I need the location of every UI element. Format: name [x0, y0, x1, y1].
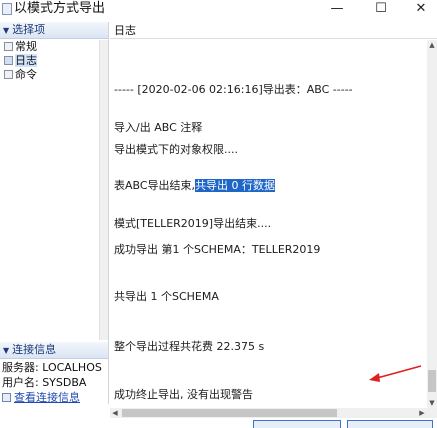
collapse-arrow-icon: ▼: [3, 346, 10, 355]
vertical-scrollbar[interactable]: ▲ ▼: [427, 40, 437, 408]
view-connection-link[interactable]: 查看连接信息: [2, 391, 80, 404]
collapse-arrow-icon: ▼: [3, 26, 10, 35]
close-button[interactable]: ✕: [401, 0, 437, 18]
maximize-button[interactable]: ☐: [361, 0, 401, 18]
tree-item-general[interactable]: 常规: [0, 40, 100, 54]
log-line: 整个导出过程共花费 22.375 s: [114, 340, 265, 353]
window-title: 以模式方式导出: [14, 1, 106, 16]
scroll-down-icon[interactable]: ▼: [427, 398, 437, 408]
log-line: 共导出 1 个SCHEMA: [114, 290, 219, 303]
scroll-left-icon[interactable]: ◀: [110, 408, 120, 418]
dialog-button[interactable]: [347, 420, 433, 428]
scroll-right-icon[interactable]: ▶: [417, 408, 427, 418]
log-line: 成功终止导出, 没有出现警告: [114, 388, 253, 401]
connection-section-header[interactable]: ▼ 连接信息: [0, 342, 108, 359]
annotation-arrow-icon: [369, 365, 422, 382]
page-icon: [4, 56, 13, 65]
scroll-corner: [427, 408, 437, 418]
server-label: 服务器: LOCALHOS: [2, 361, 102, 374]
app-icon: [2, 3, 12, 15]
log-text-area[interactable]: ----- [2020-02-06 02:16:16]导出表：ABC -----…: [110, 40, 427, 408]
horizontal-scrollbar[interactable]: ◀ ▶: [110, 408, 427, 418]
page-icon: [4, 42, 13, 51]
tree-item-command[interactable]: 命令: [0, 68, 100, 82]
dialog-button[interactable]: [253, 420, 341, 428]
page-icon: [4, 70, 13, 79]
options-tree: 常规 日志 命令: [0, 40, 100, 82]
log-line: 成功导出 第1 个SCHEMA：TELLER2019: [114, 243, 321, 256]
tree-item-label: 日志: [15, 54, 37, 67]
scroll-up-icon[interactable]: ▲: [427, 40, 437, 50]
left-panel: ▼ 选择项 常规 日志 命令 ▼ 连接信息 服务器: LOCALHOS 用户名: S…: [0, 22, 109, 404]
tree-item-label: 命令: [15, 68, 37, 81]
tree-item-label: 常规: [15, 40, 37, 53]
view-connection-label: 查看连接信息: [14, 391, 80, 404]
connection-section-title: 连接信息: [12, 343, 57, 356]
log-text: 表ABC导出结束,: [114, 179, 196, 192]
log-line: 导出模式下的对象权限....: [114, 143, 238, 156]
connection-info: ▼ 连接信息 服务器: LOCALHOS 用户名: SYSDBA 查看连接信息: [0, 342, 108, 404]
log-line: 表ABC导出结束,共导出 0 行数据: [114, 179, 276, 193]
title-bar: 以模式方式导出 — ☐ ✕: [0, 0, 437, 22]
tree-item-log[interactable]: 日志: [0, 54, 100, 68]
log-line: 模式[TELLER2019]导出结束....: [114, 217, 272, 230]
horizontal-scroll-thumb[interactable]: [122, 409, 337, 417]
log-line: ----- [2020-02-06 02:16:16]导出表：ABC -----: [114, 83, 353, 96]
log-line: 导入/出 ABC 注释: [114, 121, 203, 134]
log-panel: 日志 ----- [2020-02-06 02:16:16]导出表：ABC --…: [110, 22, 437, 426]
selected-text: 共导出 0 行数据: [195, 179, 276, 192]
select-section-title: 选择项: [12, 23, 46, 36]
info-icon: [2, 393, 11, 402]
log-tab[interactable]: 日志: [110, 22, 437, 39]
user-label: 用户名: SYSDBA: [2, 376, 87, 389]
vertical-scroll-thumb[interactable]: [428, 370, 436, 392]
select-section-header[interactable]: ▼ 选择项: [0, 22, 108, 39]
left-scrollbar[interactable]: [99, 40, 108, 340]
minimize-button[interactable]: —: [317, 0, 357, 18]
